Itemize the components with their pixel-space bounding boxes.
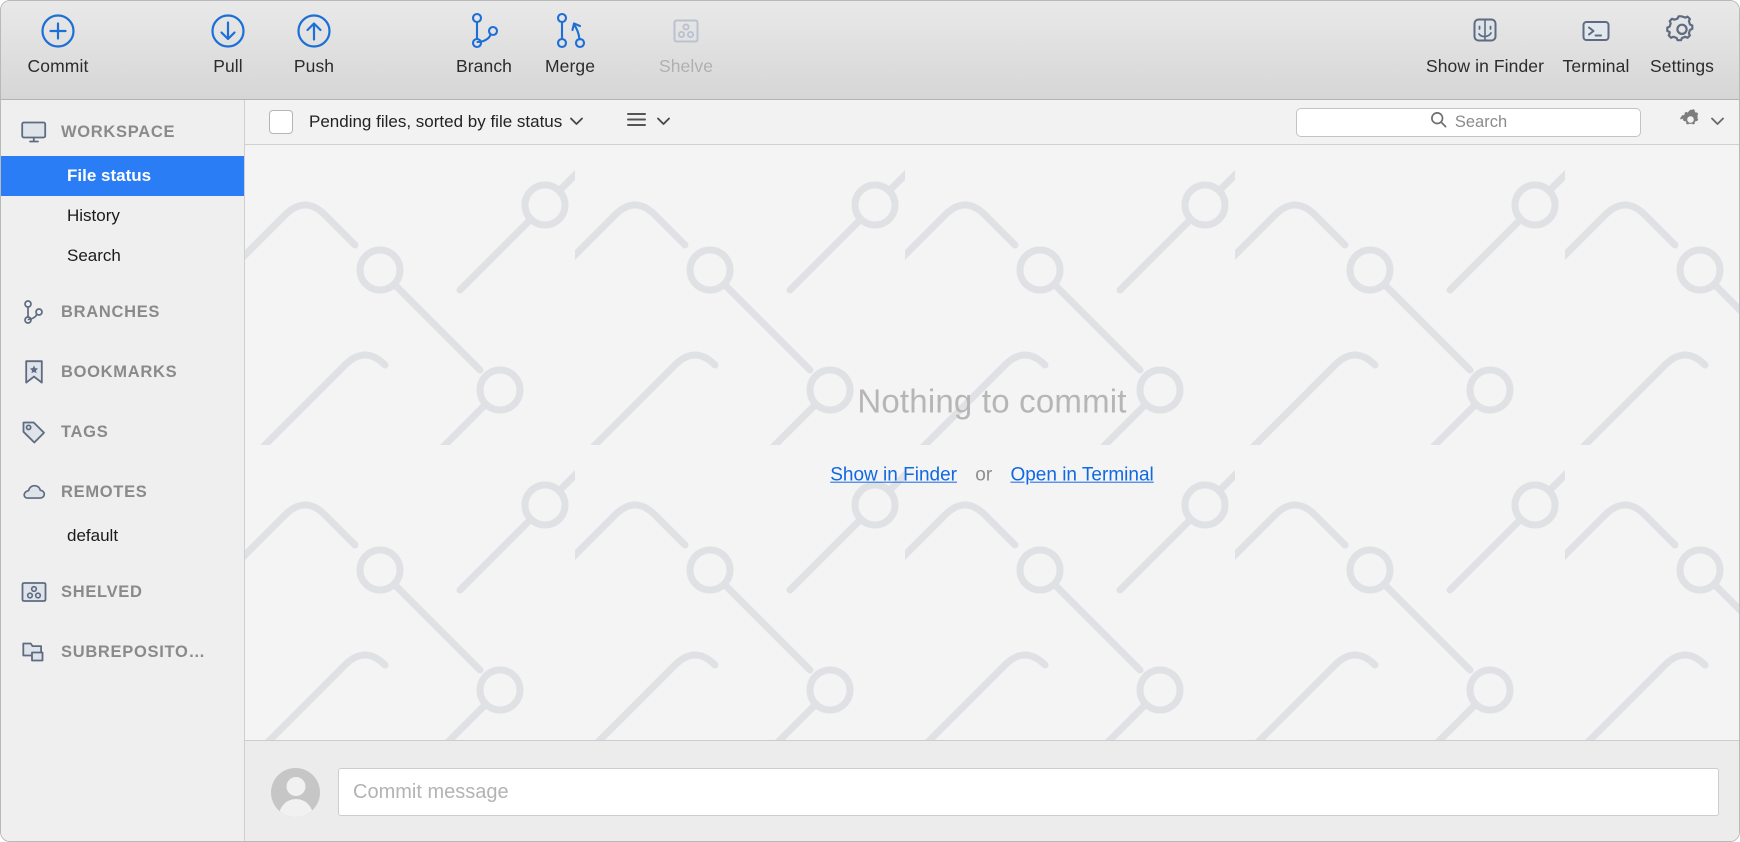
commit-message-input[interactable]: Commit message bbox=[338, 768, 1719, 816]
sidebar-group-branches[interactable]: BRANCHES bbox=[1, 288, 244, 336]
empty-state-separator: or bbox=[975, 464, 992, 485]
file-status-options-button[interactable] bbox=[1679, 108, 1725, 136]
chevron-down-icon bbox=[1710, 113, 1725, 131]
sidebar-item-file-status[interactable]: File status bbox=[1, 156, 244, 196]
sidebar-group-workspace[interactable]: WORKSPACE bbox=[1, 108, 244, 156]
push-button[interactable]: Push bbox=[271, 1, 357, 77]
commit-button-label: Commit bbox=[28, 56, 89, 77]
select-all-checkbox[interactable] bbox=[269, 110, 293, 134]
branch-button[interactable]: Branch bbox=[441, 1, 527, 77]
sidebar-item-search[interactable]: Search bbox=[1, 236, 244, 276]
terminal-label: Terminal bbox=[1563, 56, 1630, 77]
sidebar-group-shelved[interactable]: SHELVED bbox=[1, 568, 244, 616]
main-toolbar: Commit Pull Pu bbox=[1, 1, 1739, 100]
branch-button-label: Branch bbox=[456, 56, 512, 77]
terminal-icon bbox=[1576, 9, 1616, 53]
sidebar-group-branches-label: BRANCHES bbox=[61, 303, 160, 322]
push-up-arrow-circle-icon bbox=[294, 9, 334, 53]
show-in-finder-button[interactable]: Show in Finder bbox=[1417, 1, 1553, 77]
empty-state-title: Nothing to commit bbox=[245, 382, 1739, 420]
sidebar-item-default-remote-label: default bbox=[67, 526, 118, 546]
pull-button[interactable]: Pull bbox=[185, 1, 271, 77]
branch-icon bbox=[21, 300, 47, 324]
sidebar-group-shelved-label: SHELVED bbox=[61, 583, 143, 602]
finder-icon bbox=[1465, 9, 1505, 53]
tag-icon bbox=[21, 420, 47, 444]
subrepository-icon bbox=[21, 640, 47, 664]
chevron-down-icon bbox=[656, 113, 671, 131]
shelve-icon bbox=[666, 9, 706, 53]
avatar bbox=[271, 768, 320, 817]
sidebar-group-tags[interactable]: TAGS bbox=[1, 408, 244, 456]
open-in-terminal-link[interactable]: Open in Terminal bbox=[1010, 464, 1153, 485]
monitor-icon bbox=[21, 120, 47, 144]
search-placeholder: Search bbox=[1455, 113, 1507, 132]
sidebar-group-workspace-label: WORKSPACE bbox=[61, 123, 175, 142]
sidebar-group-bookmarks[interactable]: BOOKMARKS bbox=[1, 348, 244, 396]
pending-files-sort-label: Pending files, sorted by file status bbox=[309, 112, 562, 132]
bookmark-star-icon bbox=[21, 360, 47, 384]
avatar-shoulders bbox=[279, 799, 313, 817]
toolbar-right-group: Show in Finder Terminal bbox=[1417, 1, 1725, 77]
sidebar-group-remotes-label: REMOTES bbox=[61, 483, 148, 502]
sidebar-item-default-remote[interactable]: default bbox=[1, 516, 244, 556]
commit-button[interactable]: Commit bbox=[15, 1, 101, 77]
sidebar-item-file-status-label: File status bbox=[67, 166, 151, 186]
shelve-button-label: Shelve bbox=[659, 56, 713, 77]
commit-bar: Commit message bbox=[245, 741, 1739, 842]
push-button-label: Push bbox=[294, 56, 334, 77]
view-mode-button[interactable] bbox=[626, 111, 671, 133]
pull-button-label: Pull bbox=[213, 56, 243, 77]
show-in-finder-link[interactable]: Show in Finder bbox=[830, 464, 957, 485]
branch-icon bbox=[464, 9, 504, 53]
list-view-icon bbox=[626, 111, 647, 133]
settings-button[interactable]: Settings bbox=[1639, 1, 1725, 77]
sidebar-item-history[interactable]: History bbox=[1, 196, 244, 236]
sidebar-group-tags-label: TAGS bbox=[61, 423, 108, 442]
commit-message-placeholder: Commit message bbox=[353, 781, 509, 804]
sidebar-group-bookmarks-label: BOOKMARKS bbox=[61, 363, 177, 382]
cloud-icon bbox=[21, 480, 47, 504]
sidebar-item-history-label: History bbox=[67, 206, 120, 226]
merge-button-label: Merge bbox=[545, 56, 595, 77]
commit-plus-circle-icon bbox=[38, 9, 78, 53]
search-icon bbox=[1430, 111, 1447, 133]
avatar-head bbox=[286, 777, 305, 796]
merge-icon bbox=[550, 9, 590, 53]
search-field[interactable]: Search bbox=[1296, 108, 1641, 137]
file-status-filter-bar: Pending files, sorted by file status bbox=[245, 100, 1739, 145]
empty-state-actions: Show in Finder or Open in Terminal bbox=[245, 464, 1739, 486]
main-panel: Pending files, sorted by file status bbox=[245, 100, 1739, 842]
sidebar: WORKSPACE File status History Search bbox=[1, 100, 245, 842]
gear-icon bbox=[1661, 9, 1703, 53]
settings-label: Settings bbox=[1650, 56, 1714, 77]
sourcetree-window: Commit Pull Pu bbox=[0, 0, 1740, 842]
window-body: WORKSPACE File status History Search bbox=[1, 100, 1739, 842]
show-in-finder-label: Show in Finder bbox=[1426, 56, 1544, 77]
toolbar-left-group: Commit Pull Pu bbox=[15, 1, 729, 77]
merge-button[interactable]: Merge bbox=[527, 1, 613, 77]
shelve-button[interactable]: Shelve bbox=[643, 1, 729, 77]
chevron-down-icon bbox=[569, 113, 584, 131]
pending-files-sort-popup[interactable]: Pending files, sorted by file status bbox=[309, 112, 584, 132]
sidebar-group-remotes[interactable]: REMOTES bbox=[1, 468, 244, 516]
empty-state: Nothing to commit Show in Finder or Open… bbox=[245, 382, 1739, 486]
sidebar-item-search-label: Search bbox=[67, 246, 121, 266]
sidebar-group-subrepositories[interactable]: SUBREPOSITO… bbox=[1, 628, 244, 676]
shelve-icon bbox=[21, 580, 47, 604]
terminal-button[interactable]: Terminal bbox=[1553, 1, 1639, 77]
pull-down-arrow-circle-icon bbox=[208, 9, 248, 53]
gear-icon bbox=[1679, 108, 1702, 136]
sidebar-group-subrepositories-label: SUBREPOSITO… bbox=[61, 643, 206, 662]
file-status-canvas: Nothing to commit Show in Finder or Open… bbox=[245, 145, 1739, 741]
